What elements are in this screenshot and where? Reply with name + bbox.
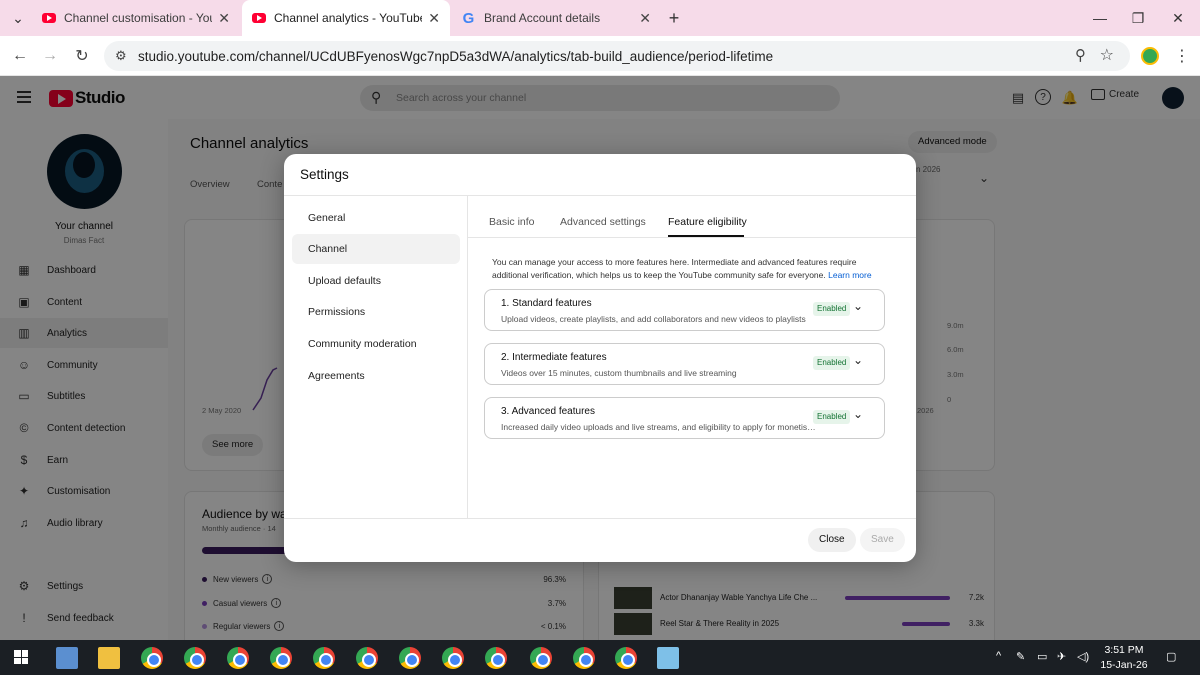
close-tab-icon[interactable]: ✕ [639,10,651,27]
battery-icon[interactable]: ▭ [1037,650,1047,663]
back-icon[interactable]: ← [8,44,32,68]
settings-nav-agreements[interactable]: Agreements [292,361,460,391]
system-clock[interactable]: 3:51 PM 15-Jan-26 [1098,643,1150,673]
new-tab-icon[interactable]: + [656,0,692,36]
divider [284,518,916,519]
settings-nav-community-moderation[interactable]: Community moderation [292,329,460,359]
chrome-icon[interactable] [573,647,595,669]
bookmark-star-icon[interactable]: ☆ [1100,45,1114,65]
minimize-icon[interactable]: — [1082,0,1118,36]
close-tab-icon[interactable]: ✕ [428,10,440,27]
feature-advanced[interactable]: 3. Advanced features Increased daily vid… [484,397,885,439]
chrome-icon[interactable] [227,647,249,669]
file-explorer-icon[interactable] [98,647,120,669]
url-text: studio.youtube.com/channel/UCdUBFyenosWg… [138,48,774,64]
profile-icon[interactable] [1138,44,1162,68]
close-window-icon[interactable]: ✕ [1160,0,1196,36]
restore-icon[interactable]: ❐ [1120,0,1156,36]
reload-icon[interactable]: ↻ [70,44,94,68]
settings-nav-upload-defaults[interactable]: Upload defaults [292,266,460,296]
youtube-favicon-icon [42,13,56,23]
browser-tab-customisation[interactable]: Channel customisation - YouTube Studio ✕ [32,0,240,36]
screen: ⌄ Channel customisation - YouTube Studio… [0,0,1200,675]
status-badge: Enabled [813,356,851,370]
close-button[interactable]: Close [808,528,856,552]
tab-feature-eligibility[interactable]: Feature eligibility [668,216,747,228]
chrome-icon[interactable] [615,647,637,669]
tab-basic-info[interactable]: Basic info [489,216,535,228]
chrome-icon[interactable] [356,647,378,669]
chrome-icon[interactable] [485,647,507,669]
google-favicon-icon: G [462,9,475,27]
close-tab-icon[interactable]: ✕ [218,10,230,27]
chrome-icon[interactable] [270,647,292,669]
chevron-down-icon[interactable]: ⌄ [853,299,863,313]
browser-tab-analytics[interactable]: Channel analytics - YouTube Studio ✕ [242,0,450,36]
notepad-icon[interactable] [657,647,679,669]
youtube-favicon-icon [252,13,266,23]
save-button[interactable]: Save [860,528,905,552]
site-info-icon[interactable]: ⚙ [115,48,127,64]
settings-nav-general[interactable]: General [292,203,460,233]
address-bar-row: ← → ↻ ⚙ studio.youtube.com/channel/UCdUB… [0,36,1200,76]
tab-advanced-settings[interactable]: Advanced settings [560,216,646,228]
forward-icon[interactable]: → [38,44,62,68]
tabs-divider [468,237,916,238]
chrome-icon[interactable] [399,647,421,669]
notifications-center-icon[interactable]: ▢ [1166,650,1176,663]
chevron-down-icon[interactable]: ⌄ [853,407,863,421]
volume-icon[interactable]: ◁) [1077,650,1089,663]
zoom-icon[interactable]: ⚲ [1075,46,1086,64]
calculator-icon[interactable] [56,647,78,669]
menu-dots-icon[interactable]: ⋮ [1170,44,1194,68]
dialog-title: Settings [300,167,349,182]
tab-search-icon[interactable]: ⌄ [0,0,36,36]
active-tab-underline [668,235,744,237]
taskbar: ^ ✎ ▭ ✈ ◁) 3:51 PM 15-Jan-26 ▢ [0,640,1200,675]
windows-start-icon[interactable] [14,650,28,664]
clock-time: 3:51 PM [1104,644,1144,656]
divider [467,196,468,518]
learn-more-link[interactable]: Learn more [828,270,871,280]
chrome-icon[interactable] [184,647,206,669]
browser-tab-brand-account[interactable]: G Brand Account details ✕ [451,0,661,36]
feature-intermediate[interactable]: 2. Intermediate features Videos over 15 … [484,343,885,385]
settings-nav-channel[interactable]: Channel [292,234,460,264]
status-badge: Enabled [813,410,851,424]
network-icon[interactable]: ✈ [1057,650,1066,663]
feature-intro-text: You can manage your access to more featu… [492,257,872,280]
divider [284,195,916,196]
url-field[interactable]: ⚙ studio.youtube.com/channel/UCdUBFyenos… [104,41,1130,71]
clock-date: 15-Jan-26 [1100,659,1148,671]
tray-chevron-icon[interactable]: ^ [996,650,1001,662]
chrome-icon[interactable] [442,647,464,669]
pen-icon[interactable]: ✎ [1016,650,1025,663]
settings-nav-permissions[interactable]: Permissions [292,297,460,327]
chrome-icon[interactable] [141,647,163,669]
settings-dialog: Settings General Channel Upload defaults… [284,154,916,562]
status-badge: Enabled [813,302,851,316]
browser-tab-bar: ⌄ Channel customisation - YouTube Studio… [0,0,1200,36]
chevron-down-icon[interactable]: ⌄ [853,353,863,367]
feature-standard[interactable]: 1. Standard features Upload videos, crea… [484,289,885,331]
chrome-icon[interactable] [313,647,335,669]
chrome-icon[interactable] [530,647,552,669]
